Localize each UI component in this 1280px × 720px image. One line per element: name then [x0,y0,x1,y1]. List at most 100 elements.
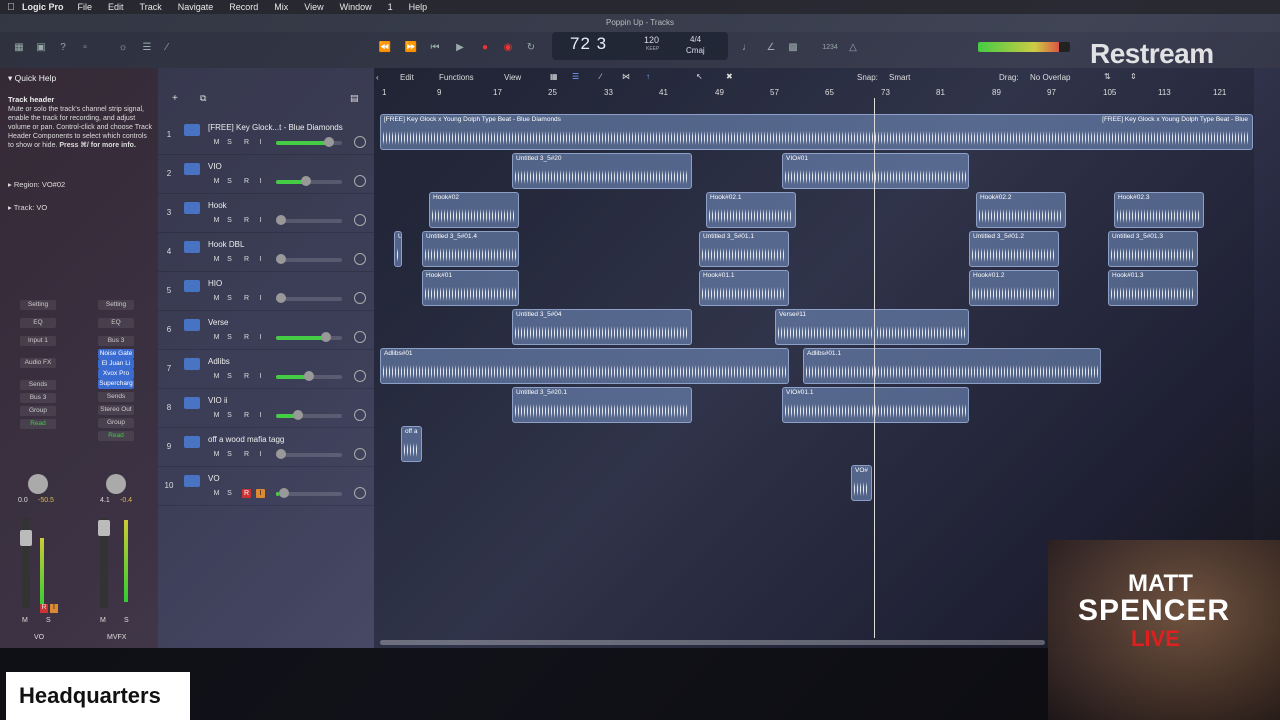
audio-region[interactable]: Untitled 3_5#04 [512,309,692,345]
track-header[interactable]: 4 Hook DBL M S R I [158,233,374,272]
track-header[interactable]: 2 VIO M S R I [158,155,374,194]
pointer-tool-icon[interactable]: ↖ [696,72,703,81]
record-enable-button[interactable]: R [242,216,251,225]
input-monitor-button[interactable]: I [256,255,265,264]
plugin-slot[interactable]: Xvox Pro [98,369,134,379]
input-monitor-button[interactable]: I [256,177,265,186]
mute-button[interactable]: M [212,411,221,420]
pan-knob[interactable] [354,175,366,187]
track-name[interactable]: Verse [208,318,368,327]
volume-knob[interactable] [276,449,286,459]
mute-button[interactable]: M [212,333,221,342]
record-icon[interactable]: ● [478,42,492,54]
input-monitor-button[interactable]: I [256,216,265,225]
solo-button[interactable]: S [46,617,51,624]
audio-region[interactable]: Untitled 3_5#01.2 [969,231,1059,267]
track-header[interactable]: 9 off a wood mafia tagg M S R I [158,428,374,467]
volume-knob[interactable] [301,176,311,186]
track-name[interactable]: VO [208,474,368,483]
audio-region[interactable]: VIO#01.1 [782,387,969,423]
eq-button[interactable]: EQ [98,318,134,328]
automation-mode[interactable]: Read [20,419,56,429]
mute-button[interactable]: M [22,617,28,624]
menu-file[interactable]: File [78,2,93,12]
audio-fx-slot[interactable]: Audio FX [20,358,56,368]
audio-region[interactable]: Un [394,231,402,267]
record-enable-button[interactable]: R [242,255,251,264]
mute-button[interactable]: M [212,294,221,303]
lcd-display[interactable]: 72 3 120 KEEP 4/4 Cmaj [552,32,728,60]
audio-region[interactable]: Hook#02.1 [706,192,796,228]
volume-knob[interactable] [276,293,286,303]
lcd-key[interactable]: Cmaj [686,46,705,55]
mute-button[interactable]: M [212,216,221,225]
app-menu[interactable]: Logic Pro [22,2,64,12]
solo-button[interactable]: S [225,138,234,147]
record-enable-button[interactable]: R [40,604,48,613]
track-name[interactable]: HIO [208,279,368,288]
audio-region[interactable]: VO# [851,465,872,501]
menu-window[interactable]: Window [340,2,372,12]
capture-recording-icon[interactable]: ◉ [501,42,515,54]
menu-mix[interactable]: Mix [274,2,288,12]
pan-knob[interactable] [106,474,126,494]
metronome-icon[interactable]: ∠ [764,42,778,54]
snap-select[interactable]: Smart [889,73,989,82]
setting-button[interactable]: Setting [98,300,134,310]
solo-button[interactable]: S [225,450,234,459]
volume-slider[interactable] [276,414,342,418]
pan-knob[interactable] [354,136,366,148]
track-disclosure[interactable]: ▸ Track: VO [8,203,47,212]
volume-knob[interactable] [276,215,286,225]
playhead[interactable] [874,98,875,638]
volume-knob[interactable] [279,488,289,498]
audio-region[interactable]: Hook#02.2 [976,192,1066,228]
pan-knob[interactable] [354,370,366,382]
audio-region[interactable]: VIO#01 [782,153,969,189]
sends-slot[interactable]: Sends [20,380,56,390]
mute-button[interactable]: M [212,138,221,147]
menu-navigate[interactable]: Navigate [178,2,214,12]
marquee-tool-icon[interactable]: ✖ [726,72,733,81]
audio-region[interactable]: Untitled 3_5#01.3 [1108,231,1198,267]
track-header[interactable]: 6 Verse M S R I [158,311,374,350]
track-header[interactable]: 8 VIO ii M S R I [158,389,374,428]
forward-icon[interactable]: ⏩ [404,42,418,54]
record-enable-button[interactable]: R [242,372,251,381]
mute-button[interactable]: M [212,177,221,186]
setting-button[interactable]: Setting [20,300,56,310]
input-monitor-button[interactable]: I [50,604,58,613]
menu-help[interactable]: Help [409,2,428,12]
input-monitor-button[interactable]: I [256,411,265,420]
mute-button[interactable]: M [212,255,221,264]
duplicate-track-icon[interactable]: ⧉ [200,93,206,104]
audio-region[interactable]: Hook#01.3 [1108,270,1198,306]
pan-knob[interactable] [354,487,366,499]
input-monitor-button[interactable]: I [256,489,265,498]
audio-region[interactable]: Hook#02.3 [1114,192,1204,228]
menu-record[interactable]: Record [229,2,258,12]
flex-icon[interactable]: ⋈ [622,72,630,81]
volume-knob[interactable] [321,332,331,342]
input-slot[interactable]: Bus 3 [98,336,134,346]
track-header[interactable]: 3 Hook M S R I [158,194,374,233]
go-to-start-icon[interactable]: ⏮ [428,42,442,54]
eq-button[interactable]: EQ [20,318,56,328]
pan-knob[interactable] [354,292,366,304]
track-name[interactable]: VIO ii [208,396,368,405]
region-disclosure[interactable]: ▸ Region: VO#02 [8,180,65,189]
automation-mode[interactable]: Read [98,431,134,441]
track-name[interactable]: VIO [208,162,368,171]
mute-button[interactable]: M [100,617,106,624]
volume-knob[interactable] [293,410,303,420]
input-monitor-button[interactable]: I [256,372,265,381]
track-name[interactable]: [FREE] Key Glock...t - Blue Diamonds [208,123,368,132]
plugin-slot[interactable]: Supercharg [98,379,134,389]
track-name[interactable]: Hook [208,201,368,210]
fader-cap[interactable] [98,520,110,536]
track-header[interactable]: 5 HIO M S R I [158,272,374,311]
audio-region[interactable]: Hook#01.2 [969,270,1059,306]
cycle-icon[interactable]: ↻ [524,42,538,54]
solo-button[interactable]: S [225,216,234,225]
toolbar-icon[interactable]: ▫ [78,42,92,54]
